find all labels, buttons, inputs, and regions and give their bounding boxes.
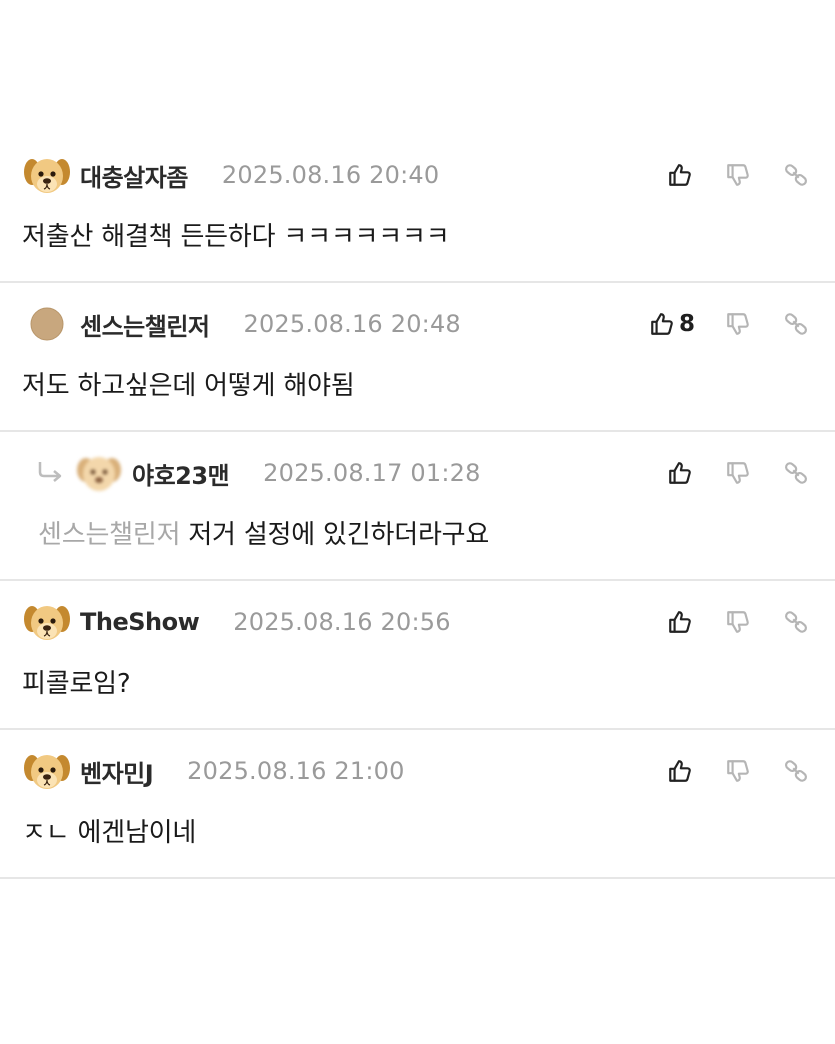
puppy-avatar-icon [22, 748, 72, 794]
thumbs-down-icon [725, 162, 751, 188]
reply-body: 저거 설정에 있긴하더라구요 [188, 520, 490, 550]
comment-actions [665, 449, 811, 497]
comment-text: 저도 하고싶은데 어떻게 해야됨 [22, 371, 355, 401]
share-link-button[interactable] [781, 751, 811, 791]
comment-date: 2025.08.16 20:40 [221, 161, 440, 189]
share-link-button[interactable] [781, 155, 811, 195]
comment-text: ㅈㄴ 에겐남이네 [22, 818, 197, 848]
reply-item: 야호23맨 2025.08.17 01:28 센스는챌린저 저거 설정에 있긴하더… [0, 432, 835, 581]
comment-actions: 8 [649, 300, 811, 348]
comment-date: 2025.08.16 21:00 [187, 757, 405, 785]
comment-date: 2025.08.17 01:28 [263, 459, 481, 487]
blurred-puppy-avatar-icon [74, 450, 124, 496]
like-button[interactable]: 8 [649, 304, 695, 344]
link-icon [783, 609, 809, 635]
comment-header: 야호23맨 2025.08.17 01:28 [34, 449, 835, 497]
comment-item: 센스는챌린저 2025.08.16 20:48 8 저도 하고싶은데 어떻게 해… [0, 283, 835, 432]
like-count: 8 [678, 311, 695, 337]
avatar[interactable] [22, 152, 72, 198]
dislike-button[interactable] [723, 453, 753, 493]
comment-header: 센스는챌린저 2025.08.16 20:48 8 [22, 300, 835, 348]
comment-author[interactable]: 야호23맨 [132, 456, 230, 491]
avatar[interactable] [74, 450, 124, 496]
avatar[interactable] [22, 301, 72, 347]
thumbs-up-icon [667, 758, 693, 784]
comment-author[interactable]: 대충살자좀 [80, 158, 188, 193]
avatar[interactable] [22, 599, 72, 645]
comment-author[interactable]: TheShow [80, 608, 200, 636]
dislike-button[interactable] [723, 304, 753, 344]
comment-item: TheShow 2025.08.16 20:56 피콜로임? [0, 581, 835, 730]
thumbs-down-icon [725, 609, 751, 635]
link-icon [783, 162, 809, 188]
comment-text: 센스는챌린저 저거 설정에 있긴하더라구요 [38, 514, 489, 551]
dislike-button[interactable] [723, 751, 753, 791]
comment-actions [665, 747, 811, 795]
avatar[interactable] [22, 748, 72, 794]
thumbs-down-icon [725, 460, 751, 486]
link-icon [783, 311, 809, 337]
thumbs-up-icon [667, 609, 693, 635]
link-icon [783, 460, 809, 486]
comment-actions [665, 598, 811, 646]
comment-header: 대충살자좀 2025.08.16 20:40 [22, 151, 835, 199]
thumbs-down-icon [725, 311, 751, 337]
comment-actions [665, 151, 811, 199]
thumbs-up-icon [667, 460, 693, 486]
thumbs-up-icon [649, 311, 675, 337]
thumbs-down-icon [725, 758, 751, 784]
comment-item: 대충살자좀 2025.08.16 20:40 저출산 해결책 든든하다 ㅋㅋㅋㅋ… [0, 134, 835, 283]
default-avatar-icon [22, 301, 72, 347]
mention-tag[interactable]: 센스는챌린저 [38, 520, 181, 550]
puppy-avatar-icon [22, 599, 72, 645]
like-button[interactable] [665, 602, 695, 642]
puppy-avatar-icon [22, 152, 72, 198]
like-button[interactable] [665, 453, 695, 493]
link-icon [783, 758, 809, 784]
thumbs-up-icon [667, 162, 693, 188]
comment-date: 2025.08.16 20:56 [233, 608, 451, 636]
dislike-button[interactable] [723, 155, 753, 195]
comment-list: 대충살자좀 2025.08.16 20:40 저출산 해결책 든든하다 ㅋㅋㅋㅋ… [0, 134, 835, 879]
dislike-button[interactable] [723, 602, 753, 642]
share-link-button[interactable] [781, 602, 811, 642]
comment-text: 피콜로임? [22, 669, 131, 699]
comment-author[interactable]: 벤자민J [80, 754, 154, 789]
comment-author[interactable]: 센스는챌린저 [80, 307, 210, 342]
like-button[interactable] [665, 155, 695, 195]
comment-item: 벤자민J 2025.08.16 21:00 ㅈㄴ 에겐남이네 [0, 730, 835, 879]
reply-arrow-icon [34, 458, 68, 488]
comment-date: 2025.08.16 20:48 [243, 310, 461, 338]
share-link-button[interactable] [781, 304, 811, 344]
comment-header: TheShow 2025.08.16 20:56 [22, 598, 835, 646]
share-link-button[interactable] [781, 453, 811, 493]
comment-header: 벤자민J 2025.08.16 21:00 [22, 747, 835, 795]
like-button[interactable] [665, 751, 695, 791]
comment-text: 저출산 해결책 든든하다 ㅋㅋㅋㅋㅋㅋㅋ [22, 222, 450, 252]
